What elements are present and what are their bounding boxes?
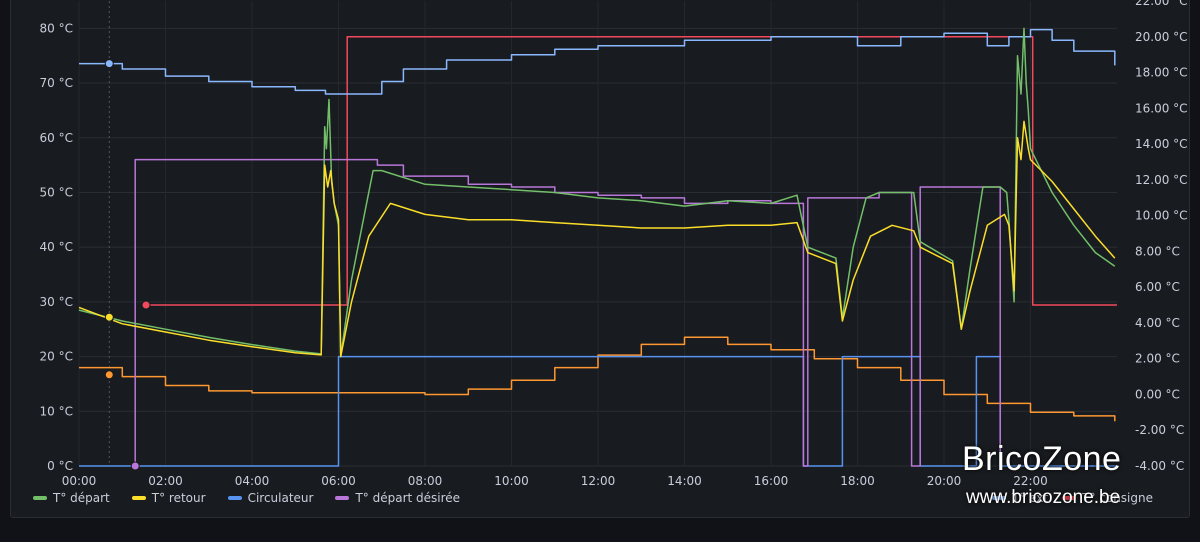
watermark-url: www.bricozone.be (966, 487, 1121, 508)
y-left-tick-label: 40 °C (40, 240, 73, 254)
y-right-tick-label: 20.00 °C (1135, 30, 1188, 44)
legend-item-depart[interactable]: T° départ (33, 491, 110, 505)
y-left-tick-label: 80 °C (40, 21, 73, 35)
legend-label: T° départ (53, 491, 110, 505)
y-right-tick-label: 22.00 °C (1135, 0, 1188, 8)
x-tick-label: 08:00 (408, 474, 443, 488)
legend-swatch (33, 496, 47, 500)
legend-item-circulateur[interactable]: Circulateur (227, 491, 314, 505)
y-left-tick-label: 10 °C (40, 404, 73, 418)
legend-left: T° départ T° retour Circulateur T° dépar… (33, 491, 460, 505)
x-tick-label: 20:00 (927, 474, 962, 488)
x-tick-label: 16:00 (754, 474, 789, 488)
y-left-tick-label: 20 °C (40, 350, 73, 364)
y-right-tick-label: 4.00 °C (1135, 316, 1180, 330)
y-right-tick-label: 14.00 °C (1135, 137, 1188, 151)
y-right-tick-label: -4.00 °C (1135, 459, 1184, 473)
legend-swatch (227, 496, 242, 500)
y-left-tick-label: 50 °C (40, 185, 73, 199)
x-tick-label: 02:00 (148, 474, 183, 488)
x-tick-label: 14:00 (667, 474, 702, 488)
legend-swatch (335, 496, 350, 500)
x-tick-label: 04:00 (235, 474, 270, 488)
y-right-tick-label: 18.00 °C (1135, 66, 1188, 80)
hover-point-marker (104, 59, 114, 69)
watermark-title: BricoZone (962, 440, 1122, 478)
series-line-3 (134, 158, 1001, 467)
y-right-tick-label: 8.00 °C (1135, 244, 1180, 258)
y-left-tick-label: 0 °C (47, 459, 73, 473)
x-tick-label: 00:00 (62, 474, 97, 488)
y-left-tick-label: 60 °C (40, 131, 73, 145)
legend-swatch (131, 496, 146, 500)
y-right-tick-label: 10.00 °C (1135, 209, 1188, 223)
y-right-tick-label: 0.00 °C (1135, 387, 1180, 401)
legend-item-depart-desiree[interactable]: T° départ désirée (335, 491, 460, 505)
series-line-1 (78, 120, 1116, 358)
legend-label: T° retour (151, 491, 206, 505)
series-line-4 (79, 28, 1116, 95)
x-tick-label: 10:00 (494, 474, 529, 488)
hover-point-marker (104, 312, 114, 322)
y-left-tick-label: 30 °C (40, 295, 73, 309)
series-line-6 (79, 336, 1116, 422)
y-right-tick-label: 6.00 °C (1135, 280, 1180, 294)
y-right-tick-label: 2.00 °C (1135, 352, 1180, 366)
hover-point-marker (104, 370, 114, 380)
y-right-tick-label: 12.00 °C (1135, 173, 1188, 187)
y-right-tick-label: 16.00 °C (1135, 101, 1188, 115)
legend-item-retour[interactable]: T° retour (131, 491, 206, 505)
legend-label: Circulateur (247, 491, 314, 505)
hover-point-marker (130, 461, 140, 471)
y-left-tick-label: 70 °C (40, 76, 73, 90)
hover-point-marker (141, 300, 151, 310)
x-tick-label: 06:00 (321, 474, 356, 488)
legend-label: T° départ désirée (355, 491, 461, 505)
x-tick-label: 12:00 (581, 474, 616, 488)
y-right-tick-label: -2.00 °C (1135, 423, 1184, 437)
x-tick-label: 18:00 (840, 474, 875, 488)
